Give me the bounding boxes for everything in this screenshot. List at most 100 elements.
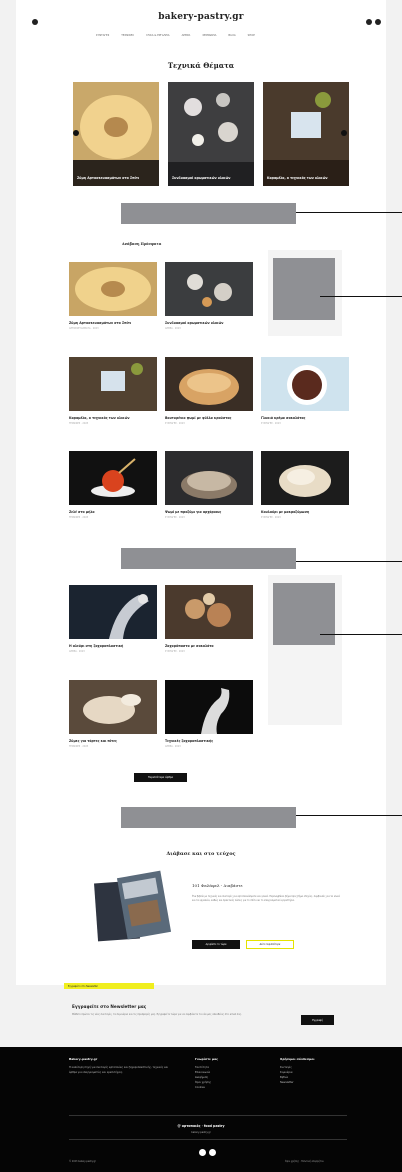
recipe-title[interactable]: Γλυκιά κρέμα σοκολάτας [261, 416, 349, 420]
technical-section-title: Τεχνικά Θέματα [167, 61, 235, 70]
slide-caption: Συνδυασμοί αρωματικών υλικών [172, 175, 231, 180]
footer-legal-links[interactable]: Όροι χρήσης · Πολιτική απορρήτου [285, 1160, 324, 1163]
account-icon[interactable] [375, 19, 381, 25]
book-section-title: Διάβασε και στο τεύχος [166, 851, 236, 857]
recipe-meta: ΑΡΘΡΑ · 2023 [165, 327, 181, 331]
footer-links: Χρήσιμοι σύνδεσμοι Συνταγές Σεμινάρια Βι… [280, 1057, 315, 1085]
nav-item-ingredients[interactable]: ΥΛΙΚΑ & ΕΡΓΑΛΕΙΑ [146, 34, 170, 37]
recipe-meta: ΤΕΧΝΙΚΕΣ · 2023 [69, 422, 89, 426]
bread-wreath-thumb [69, 262, 157, 316]
article-title[interactable]: Ζύμες για τάρτες και πίτες [69, 739, 157, 743]
ad-banner[interactable] [121, 548, 296, 569]
recipe-title[interactable]: Ζύμη Αρτοσκευασμάτων στο Σπίτι [69, 321, 157, 325]
recipe-card[interactable]: Ψωμί με προζύμι για αρχάριους ΣΥΝΤΑΓΕΣ ·… [165, 451, 253, 519]
article-card[interactable]: Ζύμες για τάρτες και πίτες ΤΕΧΝΙΚΕΣ · 20… [69, 680, 157, 748]
carousel-slide[interactable]: Ζύμη Αρτοσκευασμάτων στο Σπίτι [73, 82, 159, 186]
article-card[interactable]: Η αλεύρι στη ζαχαροπλαστική ΑΡΘΡΑ · 2023 [69, 585, 157, 653]
article-card[interactable]: Ζαχαρόπαστα με σοκολάτα ΣΥΝΤΑΓΕΣ · 2023 [165, 585, 253, 653]
footer-about-text: Η καλύτερη πηγή για συνταγές αρτοποιίας … [69, 1066, 169, 1074]
article-meta: ΑΡΘΡΑ · 2023 [69, 650, 85, 654]
slide-caption: Ζύμη Αρτοσκευασμάτων στο Σπίτι [77, 175, 140, 180]
instagram-icon[interactable] [209, 1149, 216, 1156]
caramel-image [263, 82, 349, 186]
footer-divider [69, 1139, 347, 1140]
recent-section-title: Ανάβαση Πρόσφατα [122, 242, 162, 246]
recipe-meta: ΤΕΧΝΙΚΕΣ · 2023 [69, 516, 89, 520]
ad-indicator-line [320, 634, 402, 635]
recipe-title[interactable]: Κουλούρι με μακροζύμωση [261, 510, 349, 514]
recipe-card[interactable]: Ζελέ στο μήλο ΤΕΧΝΙΚΕΣ · 2023 [69, 451, 157, 519]
footer-copyright: © 2023 bakery-pastry.gr [69, 1160, 96, 1163]
site-logo[interactable]: bakery-pastry.gr [16, 12, 386, 22]
footer-about-title: Bakery-pastry.gr [69, 1057, 98, 1061]
book-cover-image[interactable] [92, 868, 172, 946]
footer-divider [69, 1115, 347, 1116]
newsletter-text: Μάθετε πρώτοι τις νέες συνταγές, τα σεμι… [72, 1013, 242, 1016]
footer-about-us: Γνωρίστε μας Ταυτότητα Επικοινωνία Διαφή… [195, 1057, 218, 1090]
more-articles-button[interactable]: Περισσότερα άρθρα [134, 773, 187, 782]
recipe-title[interactable]: Ψωμί με προζύμι για αρχάριους [165, 510, 253, 514]
nav-item-recipes[interactable]: ΣΥΝΤΑΓΕΣ [96, 34, 109, 37]
search-icon[interactable] [366, 19, 372, 25]
apple-jelly-thumb [69, 451, 157, 505]
nav-item-shop[interactable]: SHOP [248, 34, 255, 37]
article-title[interactable]: Ζαχαρόπαστα με σοκολάτα [165, 644, 253, 648]
recipe-card[interactable]: Συνδυασμοί αρωματικών υλικών ΑΡΘΡΑ · 202… [165, 262, 253, 330]
recipe-card[interactable]: Καραμέλα, ο τεχνικός των υλικών ΤΕΧΝΙΚΕΣ… [69, 357, 157, 425]
pastry-thumb [165, 585, 253, 639]
buy-book-button[interactable]: Αγοράστε το τώρα [192, 940, 240, 949]
sourdough-thumb [165, 451, 253, 505]
ad-indicator-line [320, 296, 402, 297]
facebook-icon[interactable] [199, 1149, 206, 1156]
nav-item-articles[interactable]: ΑΡΘΡΑ [182, 34, 191, 37]
carousel-next-icon[interactable] [341, 130, 347, 136]
newsletter-badge: Εγγραφείτε στο Newsletter [64, 983, 154, 989]
ad-indicator-line [296, 561, 402, 562]
recipe-title[interactable]: Καραμέλα, ο τεχνικός των υλικών [69, 416, 157, 420]
recipe-card[interactable]: Κουλούρι με μακροζύμωση ΣΥΝΤΑΓΕΣ · 2023 [261, 451, 349, 519]
recipe-meta: ΣΥΝΤΑΓΕΣ · 2023 [261, 516, 281, 520]
recipe-title[interactable]: Συνδυασμοί αρωματικών υλικών [165, 321, 253, 325]
carousel-slide[interactable]: Καραμέλα, ο τεχνικός των υλικών [263, 82, 349, 186]
ad-banner[interactable] [121, 807, 296, 828]
nav-item-blog[interactable]: BLOG [228, 34, 235, 37]
bread-wreath-image [73, 82, 159, 186]
nav-item-techniques[interactable]: ΤΕΧΝΙΚΕΣ [121, 34, 134, 37]
sidebar-ad[interactable] [273, 258, 335, 320]
main-nav: ΣΥΝΤΑΓΕΣ ΤΕΧΝΙΚΕΣ ΥΛΙΚΑ & ΕΡΓΑΛΕΙΑ ΑΡΘΡΑ… [96, 34, 255, 37]
slide-caption: Καραμέλα, ο τεχνικός των υλικών [267, 175, 328, 180]
site-footer: Bakery-pastry.gr Η καλύτερη πηγή για συν… [0, 1047, 402, 1172]
article-title[interactable]: Η αλεύρι στη ζαχαροπλαστική [69, 644, 157, 648]
footer-col2-title: Γνωρίστε μας [195, 1057, 218, 1061]
recipe-card[interactable]: Ζύμη Αρτοσκευασμάτων στο Σπίτι ΑΡΤΟΣΚΕΥΑ… [69, 262, 157, 330]
nav-item-seminars[interactable]: ΣΕΜΙΝΑΡΙΑ [202, 34, 216, 37]
book-more-button[interactable]: Δείτε περισσότερα [246, 940, 294, 949]
page: bakery-pastry.gr ΣΥΝΤΑΓΕΣ ΤΕΧΝΙΚΕΣ ΥΛΙΚΑ… [0, 0, 402, 1172]
ingredients-thumb [165, 262, 253, 316]
bun-thumb [261, 451, 349, 505]
recipe-meta: ΣΥΝΤΑΓΕΣ · 2023 [165, 422, 185, 426]
article-meta: ΑΡΘΡΑ · 2023 [165, 745, 181, 749]
chocolate-cream-thumb [261, 357, 349, 411]
ad-banner[interactable] [121, 203, 296, 224]
newsletter-subscribe-button[interactable]: Εγγραφή [301, 1015, 334, 1025]
recipe-meta: ΣΥΝΤΑΓΕΣ · 2023 [165, 516, 185, 520]
ad-indicator-line [296, 815, 402, 816]
recipe-meta: ΑΡΤΟΣΚΕΥΑΣΜΑΤΑ · 2023 [69, 327, 99, 331]
book-heading: 101 Φαλάφελ - Διαβάστε [192, 883, 243, 888]
recipe-meta: ΣΥΝΤΑΓΕΣ · 2023 [261, 422, 281, 426]
recipe-title[interactable]: Ζελέ στο μήλο [69, 510, 157, 514]
recipe-card[interactable]: Γλυκιά κρέμα σοκολάτας ΣΥΝΤΑΓΕΣ · 2023 [261, 357, 349, 425]
recipe-title[interactable]: Βουτυρένιο ψωμί με φύλλα κρούστας [165, 416, 253, 420]
technique-thumb [165, 680, 253, 734]
carousel-prev-icon[interactable] [73, 130, 79, 136]
recipe-card[interactable]: Βουτυρένιο ψωμί με φύλλα κρούστας ΣΥΝΤΑΓ… [165, 357, 253, 425]
newsletter-title: Εγγραφείτε στο Newsletter μας [72, 1004, 147, 1009]
carousel-slide[interactable]: Συνδυασμοί αρωματικών υλικών [168, 82, 254, 186]
sidebar-ad[interactable] [273, 583, 335, 645]
footer-link[interactable]: Cookies [195, 1085, 218, 1090]
bread-thumb [165, 357, 253, 411]
footer-link[interactable]: Newsletter [280, 1080, 315, 1085]
article-card[interactable]: Τεχνικές ζαχαροπλαστικής ΑΡΘΡΑ · 2023 [165, 680, 253, 748]
article-title[interactable]: Τεχνικές ζαχαροπλαστικής [165, 739, 253, 743]
